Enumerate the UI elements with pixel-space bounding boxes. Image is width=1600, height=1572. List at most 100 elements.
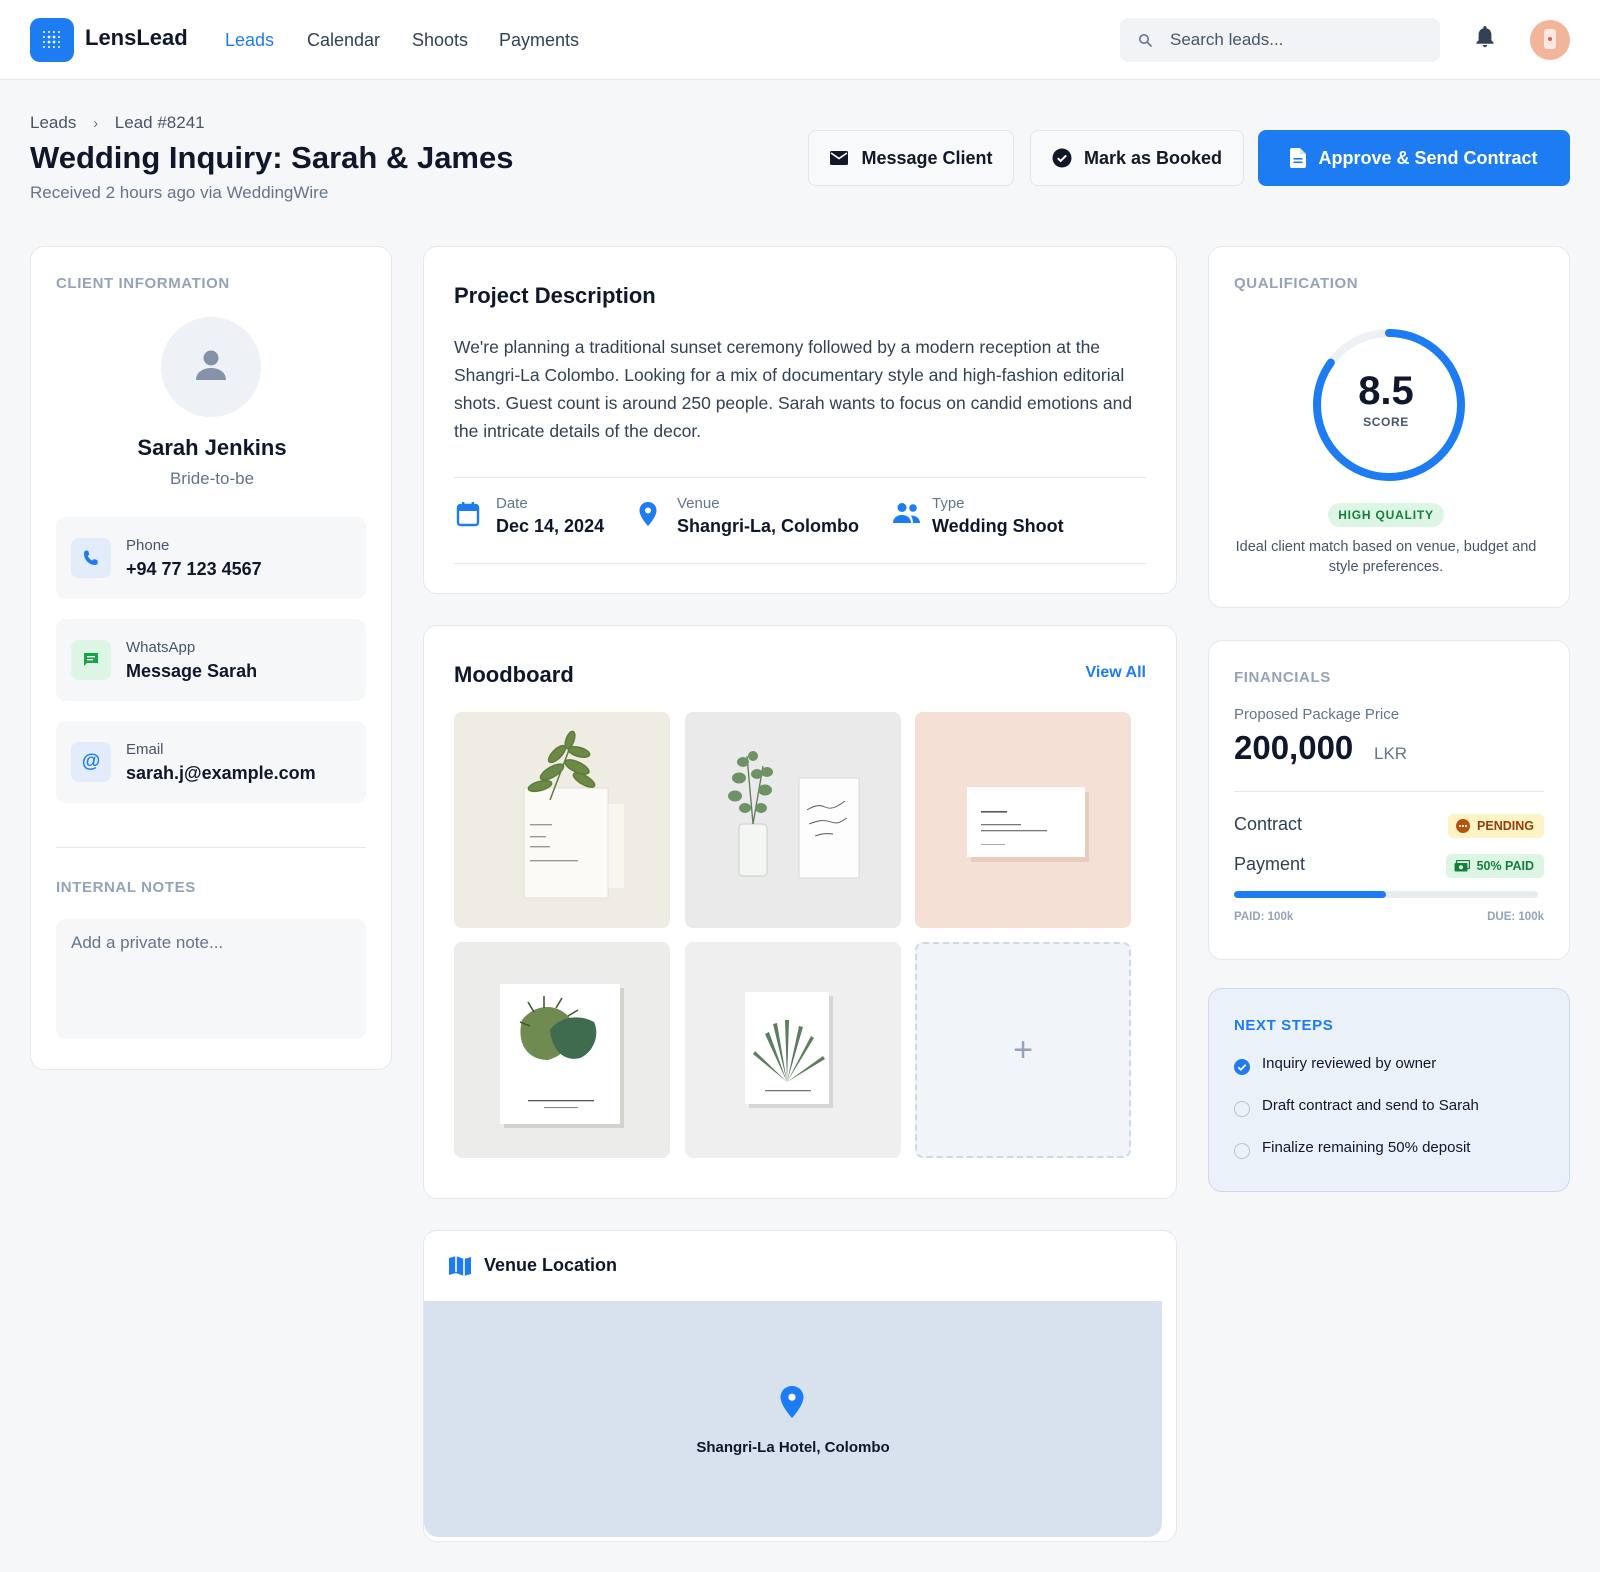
vase-card-illustration [728,751,860,879]
financials-divider [1234,791,1544,792]
map-pin-icon [639,502,657,526]
checked-circle-icon[interactable] [1234,1059,1250,1075]
user-avatar[interactable] [1530,20,1570,60]
price-currency: LKR [1374,744,1408,763]
search-box [1120,18,1440,62]
moodboard-image-2[interactable] [685,712,901,928]
qualification-section-label: QUALIFICATION [1234,275,1359,292]
contract-status-badge: PENDING [1448,814,1544,838]
app-logo[interactable] [30,18,74,62]
peach-card-illustration [967,787,1089,862]
message-client-label: Message Client [861,147,993,168]
project-divider-top [454,477,1146,478]
contact-email-label: Email [126,741,164,758]
next-step-1-label: Inquiry reviewed by owner [1262,1055,1437,1072]
document-icon [1290,148,1307,168]
mark-as-booked-button[interactable]: Mark as Booked [1030,130,1244,186]
approve-send-contract-button[interactable]: Approve & Send Contract [1258,130,1570,186]
project-title: Project Description [454,283,656,308]
next-steps-section-label: NEXT STEPS [1234,1017,1334,1034]
mail-icon [830,151,849,165]
client-information-card: CLIENT INFORMATION Sarah Jenkins Bride-t… [30,246,392,1070]
client-name: Sarah Jenkins [137,435,287,460]
chevron-right-icon: › [93,115,99,132]
person-icon [196,350,226,380]
message-client-button[interactable]: Message Client [808,130,1014,186]
payment-label: Payment [1234,854,1306,874]
venue-location-title: Venue Location [484,1255,618,1275]
client-avatar [161,317,261,417]
next-step-2-label: Draft contract and send to Sarah [1262,1097,1479,1114]
high-quality-badge: HIGH QUALITY [1328,503,1444,527]
breadcrumb-current: Lead #8241 [114,113,205,132]
unchecked-circle-icon[interactable] [1234,1143,1250,1159]
phone-icon [71,538,111,578]
leaf-card-illustration [523,730,624,899]
meta-date-value: Dec 14, 2024 [496,516,605,536]
contact-phone[interactable]: Phone +94 77 123 4567 [56,517,366,599]
next-steps-card: NEXT STEPS Inquiry reviewed by owner Dra… [1208,988,1570,1192]
cash-icon [1454,860,1470,872]
internal-notes-label: INTERNAL NOTES [56,879,196,896]
nav-leads[interactable]: Leads [225,30,274,51]
moodboard-image-4[interactable] [454,942,670,1158]
contact-email[interactable]: @ Email sarah.j@example.com [56,721,366,803]
paid-amount-label: PAID: 100k [1234,911,1294,923]
payment-progress-fill [1234,891,1386,898]
view-all-link[interactable]: View All [1086,664,1146,682]
qualification-card: QUALIFICATION 8.5 SCORE HIGH QUALITY Ide… [1208,246,1570,608]
internal-notes-input[interactable] [56,919,366,1039]
add-moodboard-image-button[interactable]: + [915,942,1131,1158]
page-subtitle: Received 2 hours ago via WeddingWire [30,183,329,202]
search-icon [1139,34,1152,47]
financials-card: FINANCIALS Proposed Package Price 200,00… [1208,640,1570,960]
contract-status-text: PENDING [1477,819,1534,833]
moodboard-image-1[interactable] [454,712,670,928]
breadcrumb: Leads › Lead #8241 [30,113,205,133]
map-icon [449,1256,471,1276]
pending-dots-icon [1456,819,1471,833]
breadcrumb-leads[interactable]: Leads [30,113,76,133]
meta-date-label: Date [496,495,528,512]
venue-place-label: Shangri-La Hotel, Colombo [696,1439,890,1456]
nav-payments[interactable]: Payments [499,30,579,51]
project-description-card: Project Description We're planning a tra… [423,246,1177,594]
logo-dots-icon [43,31,60,48]
chat-icon [71,640,111,680]
meta-type-label: Type [932,495,965,512]
client-role: Bride-to-be [169,469,255,488]
nav-shoots[interactable]: Shoots [412,30,468,51]
page-title: Wedding Inquiry: Sarah & James [30,140,514,175]
moodboard-title: Moodboard [454,662,574,687]
search-input[interactable] [1170,18,1430,62]
people-icon [893,503,920,523]
contact-whatsapp[interactable]: WhatsApp Message Sarah [56,619,366,701]
package-price: 200,000 [1234,729,1354,766]
qualification-description: Ideal client match based on venue, budge… [1235,539,1537,575]
moodboard-card: Moodboard View All + [423,625,1177,1199]
price-label: Proposed Package Price [1234,706,1400,723]
contact-whatsapp-value: Message Sarah [126,661,258,681]
moodboard-image-5[interactable] [685,942,901,1158]
contact-phone-label: Phone [126,537,170,554]
venue-map[interactable]: Shangri-La Hotel, Colombo [424,1301,1162,1537]
due-amount-label: DUE: 100k [1487,911,1544,923]
calendar-icon [456,502,480,527]
payment-status-text: 50% PAID [1476,859,1534,873]
notification-bell-icon[interactable] [1473,24,1497,50]
palm-card-illustration [500,984,624,1128]
client-divider [56,847,366,848]
contact-whatsapp-label: WhatsApp [126,639,196,656]
unchecked-circle-icon[interactable] [1234,1101,1250,1117]
score-label: SCORE [1363,415,1409,429]
next-step-3-label: Finalize remaining 50% deposit [1262,1139,1471,1156]
approve-send-contract-label: Approve & Send Contract [1318,147,1538,168]
moodboard-image-3[interactable] [915,712,1131,928]
financials-section-label: FINANCIALS [1234,669,1331,686]
project-description: We're planning a traditional sunset cere… [454,337,1133,441]
contract-label: Contract [1234,814,1303,834]
meta-venue-value: Shangri-La, Colombo [677,516,859,536]
nav-calendar[interactable]: Calendar [307,30,380,51]
meta-venue-label: Venue [677,495,720,512]
at-icon: @ [71,742,111,782]
